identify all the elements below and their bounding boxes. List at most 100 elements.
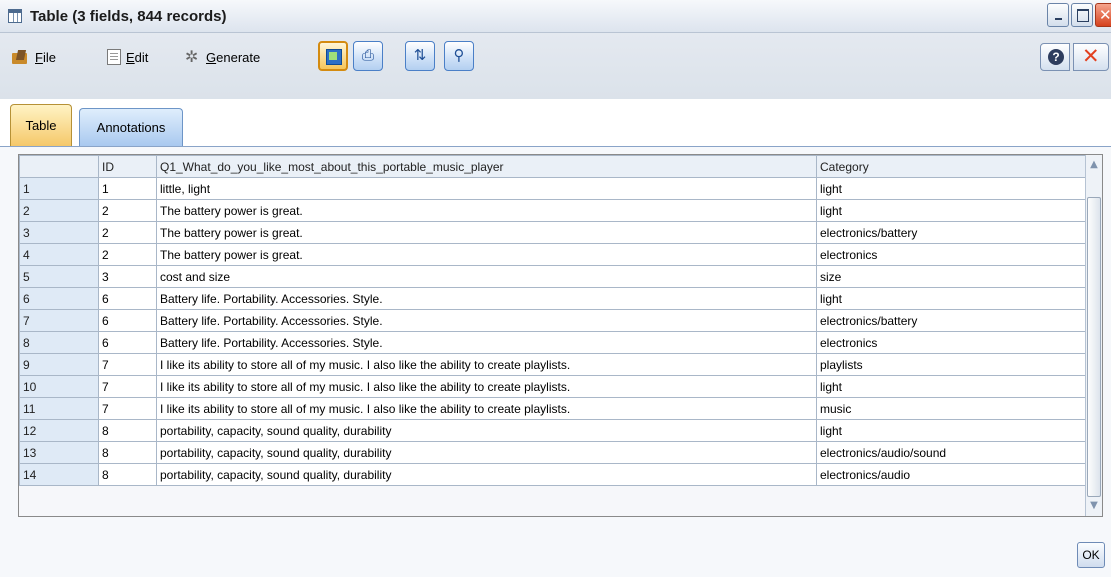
id-cell[interactable]: 7 [98,353,157,376]
edit-menu-label: Edit [126,49,149,65]
response-cell[interactable]: Battery life. Portability. Accessories. … [156,331,817,354]
table-row[interactable]: 13 8 portability, capacity, sound quality,… [19,441,1087,464]
title-bar: Table (3 fields, 844 records) [0,0,1111,33]
category-cell[interactable]: electronics/battery [816,221,1087,244]
table-view-button[interactable] [318,41,348,71]
table-row[interactable]: 14 8 portability, capacity, sound quality,… [19,463,1087,486]
row-number-cell[interactable]: 9 [19,353,99,376]
maximize-button[interactable] [1071,3,1093,27]
table-row[interactable]: 6 6 Battery life. Portability. Accessories… [19,287,1087,310]
table-row[interactable]: 3 2 The battery power is great. electronics… [19,221,1087,244]
column-header-q1[interactable]: Q1_What_do_you_like_most_about_this_port… [156,155,817,178]
category-cell[interactable]: electronics/audio/sound [816,441,1087,464]
category-cell[interactable]: electronics [816,331,1087,354]
response-cell[interactable]: I like its ability to store all of my mu… [156,353,817,376]
id-cell[interactable]: 6 [98,287,157,310]
response-cell[interactable]: I like its ability to store all of my mu… [156,397,817,420]
id-cell[interactable]: 6 [98,309,157,332]
edit-menu[interactable]: Edit [107,47,148,67]
response-cell[interactable]: portability, capacity, sound quality, du… [156,441,817,464]
table-icon [8,9,22,23]
window-controls [1047,0,1111,32]
window-close-button[interactable] [1095,3,1111,27]
ok-button[interactable]: OK [1077,542,1105,568]
generate-menu[interactable]: Generate [185,47,260,67]
table-row[interactable]: 5 3 cost and size size [19,265,1087,288]
category-cell[interactable]: size [816,265,1087,288]
row-number-cell[interactable]: 10 [19,375,99,398]
table-row[interactable]: 2 2 The battery power is great. light [19,199,1087,222]
category-cell[interactable]: light [816,177,1087,200]
row-number-cell[interactable]: 5 [19,265,99,288]
response-cell[interactable]: cost and size [156,265,817,288]
id-cell[interactable]: 2 [98,243,157,266]
id-cell[interactable]: 1 [98,177,157,200]
id-cell[interactable]: 8 [98,463,157,486]
category-cell[interactable]: electronics [816,243,1087,266]
response-cell[interactable]: portability, capacity, sound quality, du… [156,463,817,486]
row-number-cell[interactable]: 1 [19,177,99,200]
scroll-up-icon[interactable]: ▲ [1086,157,1102,173]
file-folder-icon [12,50,30,65]
id-cell[interactable]: 2 [98,199,157,222]
category-cell[interactable]: playlists [816,353,1087,376]
column-header-category[interactable]: Category [816,155,1087,178]
category-cell[interactable]: light [816,287,1087,310]
row-number-cell[interactable]: 13 [19,441,99,464]
category-cell[interactable]: light [816,375,1087,398]
response-cell[interactable]: little, light [156,177,817,200]
response-cell[interactable]: Battery life. Portability. Accessories. … [156,309,817,332]
sort-button[interactable]: ⇅ [405,41,435,71]
id-cell[interactable]: 7 [98,397,157,420]
scroll-thumb[interactable] [1087,197,1101,497]
category-cell[interactable]: music [816,397,1087,420]
row-number-cell[interactable]: 7 [19,309,99,332]
print-button[interactable]: ⎙ [353,41,383,71]
id-cell[interactable]: 8 [98,441,157,464]
row-number-cell[interactable]: 8 [19,331,99,354]
print-icon: ⎙ [361,46,374,64]
find-icon: ⚲ [453,46,465,64]
file-menu[interactable]: File [12,47,56,67]
response-cell[interactable]: The battery power is great. [156,243,817,266]
row-number-cell[interactable]: 11 [19,397,99,420]
tab-table[interactable]: Table [10,104,72,146]
row-number-cell[interactable]: 14 [19,463,99,486]
id-cell[interactable]: 3 [98,265,157,288]
table-row[interactable]: 12 8 portability, capacity, sound quality,… [19,419,1087,442]
row-number-cell[interactable]: 12 [19,419,99,442]
column-header-rownum[interactable] [19,155,99,178]
category-cell[interactable]: light [816,419,1087,442]
table-row[interactable]: 11 7 I like its ability to store all of my… [19,397,1087,420]
row-number-cell[interactable]: 3 [19,221,99,244]
vertical-scrollbar[interactable]: ▲ ▼ [1085,155,1102,516]
response-cell[interactable]: portability, capacity, sound quality, du… [156,419,817,442]
category-cell[interactable]: electronics/audio [816,463,1087,486]
row-number-cell[interactable]: 4 [19,243,99,266]
table-row[interactable]: 8 6 Battery life. Portability. Accessories… [19,331,1087,354]
id-cell[interactable]: 2 [98,221,157,244]
table-row[interactable]: 10 7 I like its ability to store all of my… [19,375,1087,398]
minimize-button[interactable] [1047,3,1069,27]
find-button[interactable]: ⚲ [444,41,474,71]
id-cell[interactable]: 6 [98,331,157,354]
category-cell[interactable]: light [816,199,1087,222]
help-button[interactable]: ? [1040,43,1070,71]
close-button[interactable]: ✕ [1073,43,1109,71]
id-cell[interactable]: 7 [98,375,157,398]
scroll-down-icon[interactable]: ▼ [1086,498,1102,514]
tab-annotations[interactable]: Annotations [79,108,183,146]
row-number-cell[interactable]: 6 [19,287,99,310]
response-cell[interactable]: I like its ability to store all of my mu… [156,375,817,398]
table-row[interactable]: 7 6 Battery life. Portability. Accessories… [19,309,1087,332]
response-cell[interactable]: Battery life. Portability. Accessories. … [156,287,817,310]
response-cell[interactable]: The battery power is great. [156,199,817,222]
table-row[interactable]: 97I like its ability to store all of my … [19,353,1087,376]
category-cell[interactable]: electronics/battery [816,309,1087,332]
table-row[interactable]: 4 2 The battery power is great. electronics [19,243,1087,266]
table-row[interactable]: 1 1 little, light light [19,177,1087,200]
row-number-cell[interactable]: 2 [19,199,99,222]
id-cell[interactable]: 8 [98,419,157,442]
response-cell[interactable]: The battery power is great. [156,221,817,244]
column-header-id[interactable]: ID [98,155,157,178]
